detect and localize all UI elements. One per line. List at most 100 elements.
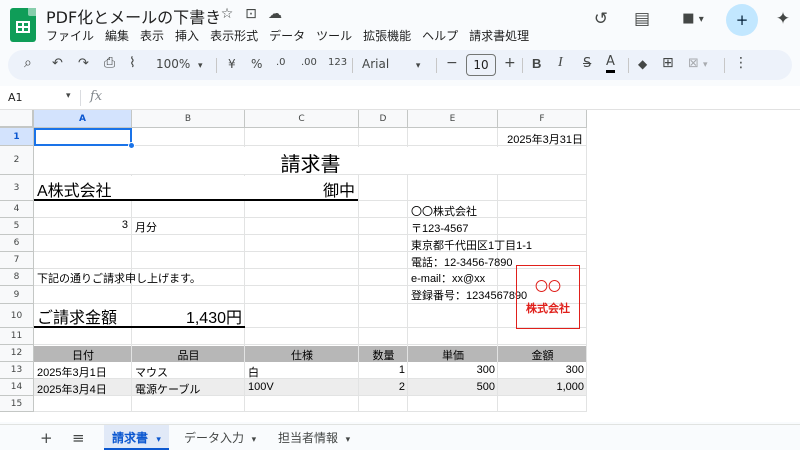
row-header-3[interactable]: 3 xyxy=(0,175,34,201)
table-header-date[interactable]: 日付 xyxy=(34,347,132,363)
meet-video-icon[interactable]: ■ ▾ xyxy=(674,11,712,26)
issuer-phone[interactable]: 電話：12-3456-7890 xyxy=(411,254,513,270)
table-row-2-spec[interactable]: 100V xyxy=(248,381,274,393)
undo-icon[interactable]: ↶ xyxy=(52,56,63,71)
table-header-unit-price[interactable]: 単価 xyxy=(408,347,498,363)
column-header-e[interactable]: E xyxy=(408,110,498,128)
merge-cells-icon[interactable]: ⊠ ▾ xyxy=(688,56,708,71)
fill-handle[interactable] xyxy=(128,142,135,149)
menu-extensions[interactable]: 拡張機能 xyxy=(363,27,411,44)
menu-data[interactable]: データ xyxy=(269,27,305,44)
invoice-title[interactable]: 請求書 xyxy=(34,148,587,177)
zoom-select[interactable]: 100% ▾ xyxy=(156,57,202,71)
active-cell-selection[interactable] xyxy=(34,128,132,146)
font-size-input[interactable]: 10 xyxy=(466,54,496,76)
row-header-13[interactable]: 13 xyxy=(0,362,34,379)
cloud-saved-icon[interactable]: ☁ xyxy=(266,6,284,22)
fill-color-icon[interactable]: ◆ xyxy=(638,57,647,71)
issuer-email[interactable]: e-mail：xx@xx xyxy=(411,270,485,286)
table-row-2-item[interactable]: 電源ケーブル xyxy=(135,381,200,397)
bold-button[interactable]: B xyxy=(532,56,541,71)
print-icon[interactable]: ⎙ xyxy=(104,55,115,71)
currency-format-button[interactable]: ¥ xyxy=(228,57,236,71)
menu-insert[interactable]: 挿入 xyxy=(175,27,199,44)
row-header-8[interactable]: 8 xyxy=(0,269,34,286)
row-header-5[interactable]: 5 xyxy=(0,218,34,235)
column-header-d[interactable]: D xyxy=(359,110,408,128)
row-header-1[interactable]: 1 xyxy=(0,128,34,146)
table-row-2-date[interactable]: 2025年3月4日 xyxy=(37,381,107,397)
menu-edit[interactable]: 編集 xyxy=(105,27,129,44)
table-row-2-unit-price[interactable]: 500 xyxy=(408,381,495,393)
italic-button[interactable]: I xyxy=(558,55,563,71)
font-select[interactable]: Arial ▾ xyxy=(362,57,420,71)
row-header-9[interactable]: 9 xyxy=(0,286,34,304)
billing-month-label[interactable]: 月分 xyxy=(135,219,157,235)
menu-file[interactable]: ファイル xyxy=(46,27,94,44)
column-header-c[interactable]: C xyxy=(245,110,359,128)
column-header-f[interactable]: F xyxy=(498,110,587,128)
billing-month-number[interactable]: 3 xyxy=(34,219,128,231)
comments-icon[interactable]: ▤ xyxy=(631,9,653,29)
row-header-15[interactable]: 15 xyxy=(0,396,34,412)
decrease-font-size-button[interactable]: − xyxy=(446,55,458,71)
row-header-6[interactable]: 6 xyxy=(0,235,34,252)
increase-font-size-button[interactable]: + xyxy=(504,55,516,71)
column-header-a[interactable]: A xyxy=(34,110,132,128)
table-header-spec[interactable]: 仕様 xyxy=(245,347,359,363)
sheet-tab-contact-info[interactable]: 担当者情報 ▾ xyxy=(270,425,358,450)
redo-icon[interactable]: ↷ xyxy=(78,56,89,71)
customer-name[interactable]: A株式会社 xyxy=(37,177,112,201)
table-row-1-amount[interactable]: 300 xyxy=(498,364,584,376)
gemini-icon[interactable]: ✦ xyxy=(772,9,794,29)
decrease-decimal-button[interactable]: .0 xyxy=(276,57,286,68)
issuer-address[interactable]: 東京都千代田区1丁目1-1 xyxy=(411,237,532,253)
move-folder-icon[interactable]: ⊡ xyxy=(242,6,260,22)
borders-icon[interactable]: ⊞ xyxy=(662,55,674,71)
sheet-tab-data-entry[interactable]: データ入力 ▾ xyxy=(176,425,264,450)
document-title[interactable]: PDF化とメールの下書き xyxy=(46,4,221,28)
issuer-company[interactable]: 〇〇株式会社 xyxy=(411,203,477,219)
row-header-2[interactable]: 2 xyxy=(0,146,34,175)
row-header-11[interactable]: 11 xyxy=(0,328,34,345)
intro-text[interactable]: 下記の通りご請求申し上げます。 xyxy=(37,270,201,286)
table-row-1-date[interactable]: 2025年3月1日 xyxy=(37,364,107,380)
sheets-logo-icon[interactable] xyxy=(10,8,36,42)
table-header-quantity[interactable]: 数量 xyxy=(359,347,408,363)
column-header-b[interactable]: B xyxy=(132,110,245,128)
table-row-1-quantity[interactable]: 1 xyxy=(359,364,405,376)
star-icon[interactable]: ☆ xyxy=(218,6,236,22)
version-history-icon[interactable]: ↺ xyxy=(590,9,612,29)
add-sheet-icon[interactable]: + xyxy=(40,429,53,447)
row-header-10[interactable]: 10 xyxy=(0,304,34,328)
table-row-2-quantity[interactable]: 2 xyxy=(359,381,405,393)
customer-honorific[interactable]: 御中 xyxy=(245,177,355,201)
row-header-4[interactable]: 4 xyxy=(0,201,34,218)
menu-tools[interactable]: ツール xyxy=(316,27,352,44)
table-row-2-amount[interactable]: 1,000 xyxy=(498,381,584,393)
sheet-tab-invoice[interactable]: 請求書 ▾ xyxy=(104,425,169,450)
row-header-12[interactable]: 12 xyxy=(0,345,34,362)
menu-format[interactable]: 表示形式 xyxy=(210,27,258,44)
increase-decimal-button[interactable]: .00 xyxy=(301,57,317,68)
table-header-amount[interactable]: 金額 xyxy=(498,347,587,363)
more-options-icon[interactable]: ⋮ xyxy=(734,55,748,71)
table-row-1-spec[interactable]: 白 xyxy=(248,364,259,380)
issuer-registration-number[interactable]: 登録番号：1234567890 xyxy=(411,287,527,303)
invoice-date[interactable]: 2025年3月31日 xyxy=(498,131,583,147)
table-row-1-unit-price[interactable]: 300 xyxy=(408,364,495,376)
chevron-down-icon[interactable]: ▾ xyxy=(66,91,71,101)
more-formats-button[interactable]: 123 xyxy=(328,57,347,68)
table-row-1-item[interactable]: マウス xyxy=(135,364,168,380)
table-header-item[interactable]: 品目 xyxy=(132,347,245,363)
menu-help[interactable]: ヘルプ xyxy=(422,27,458,44)
row-header-7[interactable]: 7 xyxy=(0,252,34,269)
paint-format-icon[interactable]: ⌇ xyxy=(129,55,136,71)
text-color-button[interactable]: A xyxy=(606,54,615,73)
strikethrough-button[interactable]: S xyxy=(583,56,591,71)
all-sheets-icon[interactable]: ≡ xyxy=(72,429,85,447)
percent-format-button[interactable]: % xyxy=(251,57,262,71)
menu-view[interactable]: 表示 xyxy=(140,27,164,44)
share-button[interactable]: + xyxy=(726,4,758,36)
search-menus-icon[interactable]: ⌕ xyxy=(24,55,32,71)
